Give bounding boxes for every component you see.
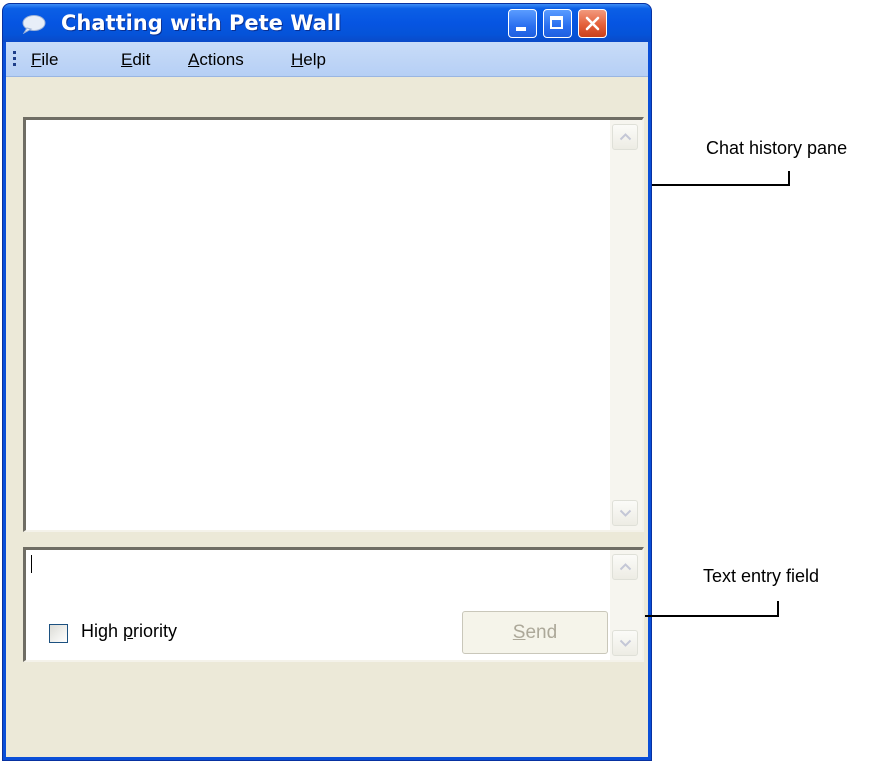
callout-text-entry-label: Text entry field: [703, 566, 820, 586]
toolbar-grip-icon[interactable]: [13, 51, 16, 67]
minimize-button[interactable]: [508, 9, 537, 38]
entry-scroll-down-button[interactable]: [612, 630, 638, 656]
menu-bar: File Edit Actions Help: [6, 42, 648, 77]
callout-chat-history-label: Chat history pane: [706, 138, 848, 158]
maximize-button[interactable]: [543, 9, 572, 38]
chevron-up-icon: [619, 563, 632, 571]
dialog-body: [6, 77, 648, 757]
chevron-up-icon: [619, 133, 632, 141]
high-priority-label[interactable]: High priority: [81, 621, 177, 642]
history-scrollbar[interactable]: [610, 120, 642, 530]
callout-history-line-horizontal: [652, 184, 790, 186]
text-cursor: [31, 555, 32, 573]
title-bar[interactable]: Chatting with Pete Wall: [3, 4, 651, 42]
menu-file[interactable]: File: [31, 50, 58, 70]
history-scroll-up-button[interactable]: [612, 124, 638, 150]
callout-entry-line-vertical: [777, 601, 779, 617]
entry-scroll-up-button[interactable]: [612, 554, 638, 580]
send-button[interactable]: Send: [462, 611, 608, 654]
callout-entry-line-horizontal: [645, 615, 779, 617]
callout-history-line-vertical: [788, 171, 790, 186]
high-priority-checkbox[interactable]: [49, 624, 68, 643]
close-icon: [585, 16, 600, 31]
menu-edit[interactable]: Edit: [121, 50, 150, 70]
window-title: Chatting with Pete Wall: [61, 11, 342, 35]
entry-scrollbar[interactable]: [610, 550, 642, 660]
menu-help[interactable]: Help: [291, 50, 326, 70]
chevron-down-icon: [619, 639, 632, 647]
chat-bubble-icon: [22, 15, 46, 34]
chevron-down-icon: [619, 509, 632, 517]
close-button[interactable]: [578, 9, 607, 38]
chat-history-pane[interactable]: [23, 117, 644, 532]
menu-actions[interactable]: Actions: [188, 50, 244, 70]
history-scroll-down-button[interactable]: [612, 500, 638, 526]
